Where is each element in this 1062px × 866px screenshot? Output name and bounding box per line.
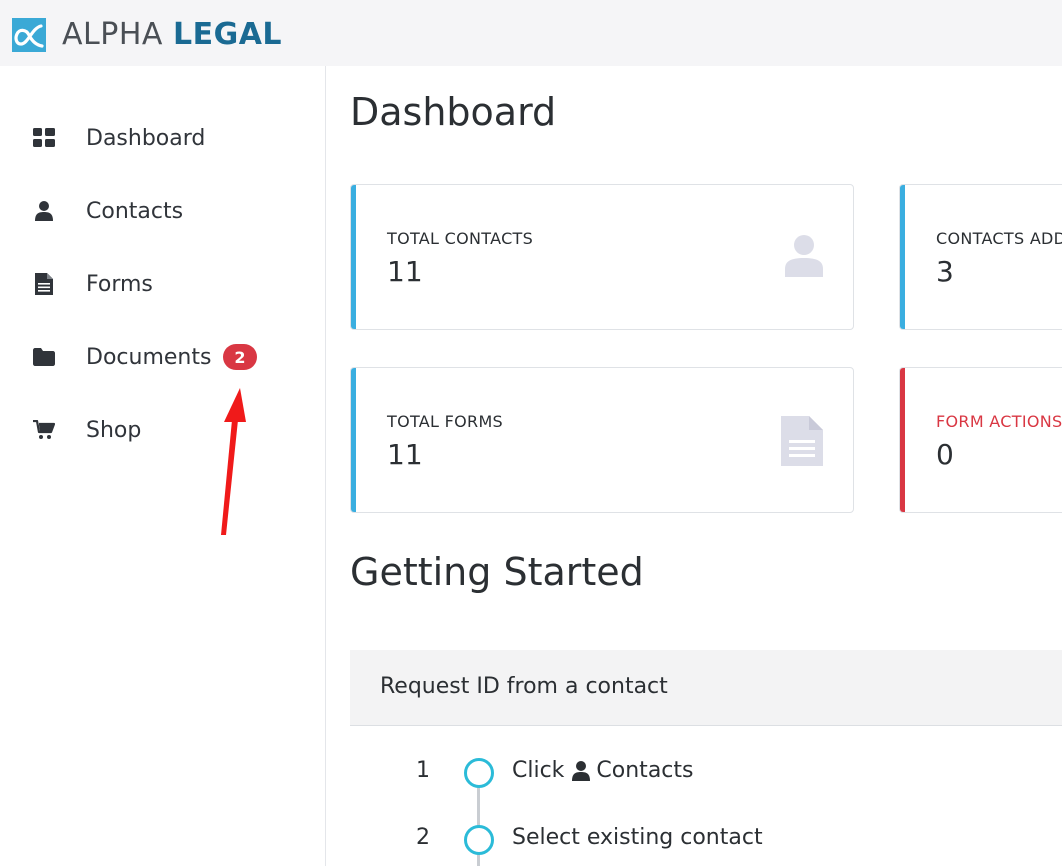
- step-number: 1: [416, 758, 430, 783]
- sidebar-item-dashboard[interactable]: Dashboard: [0, 118, 325, 158]
- sidebar-item-label: Dashboard: [86, 125, 206, 151]
- step-number: 2: [416, 825, 430, 850]
- step-circle-icon: [464, 825, 494, 855]
- step-prefix: Click: [512, 758, 565, 783]
- stat-card-form-actions[interactable]: FORM ACTIONS 0: [899, 367, 1062, 513]
- document-icon: [781, 416, 823, 466]
- documents-badge: 2: [223, 344, 257, 370]
- step-text: Select existing contact: [512, 825, 763, 850]
- sidebar-item-contacts[interactable]: Contacts: [0, 191, 325, 231]
- annotation-arrow-icon: [221, 388, 246, 535]
- card-value: 11: [387, 438, 423, 471]
- logo[interactable]: ALPHA LEGAL: [12, 18, 282, 52]
- card-label: TOTAL FORMS: [387, 412, 504, 431]
- card-label: FORM ACTIONS: [936, 412, 1062, 431]
- getting-started-panel: Request ID from a contact 1 Click Contac…: [350, 650, 1062, 866]
- brand-name-bold: LEGAL: [172, 17, 283, 52]
- panel-title: Request ID from a contact: [380, 674, 668, 699]
- sidebar: Dashboard Contacts Forms Documents 2 Sho…: [0, 66, 326, 866]
- stat-card-total-contacts[interactable]: TOTAL CONTACTS 11: [350, 184, 854, 330]
- sidebar-item-shop[interactable]: Shop: [0, 410, 325, 450]
- stat-card-contacts-added[interactable]: CONTACTS ADD 3: [899, 184, 1062, 330]
- user-icon: [572, 760, 591, 781]
- top-bar: ALPHA LEGAL: [0, 0, 1062, 66]
- alpha-logo-icon: [12, 18, 46, 52]
- card-label: TOTAL CONTACTS: [387, 229, 534, 248]
- panel-header[interactable]: Request ID from a contact: [350, 650, 1062, 726]
- sidebar-item-label: Forms: [86, 271, 153, 297]
- sidebar-item-documents[interactable]: Documents 2: [0, 337, 325, 377]
- sidebar-item-forms[interactable]: Forms: [0, 264, 325, 304]
- card-accent-bar: [351, 185, 356, 329]
- page-title: Dashboard: [350, 90, 557, 134]
- stat-card-total-forms[interactable]: TOTAL FORMS 11: [350, 367, 854, 513]
- step-circle-icon: [464, 758, 494, 788]
- brand-name-light: ALPHA: [62, 17, 163, 52]
- card-accent-bar: [900, 185, 905, 329]
- card-accent-bar: [351, 368, 356, 512]
- card-value: 11: [387, 255, 423, 288]
- user-icon: [785, 235, 823, 277]
- main-content: Dashboard TOTAL CONTACTS 11 CONTACTS ADD…: [326, 66, 1062, 866]
- sidebar-item-label: Shop: [86, 417, 142, 443]
- step-2: 2 Select existing contact: [350, 819, 1062, 859]
- card-accent-bar: [900, 368, 905, 512]
- brand-name: ALPHA LEGAL: [62, 18, 282, 52]
- card-value: 0: [936, 438, 954, 471]
- grid-icon: [33, 127, 55, 149]
- card-label: CONTACTS ADD: [936, 229, 1062, 248]
- section-title-getting-started: Getting Started: [350, 550, 644, 594]
- sidebar-item-label: Documents: [86, 344, 212, 370]
- cart-icon: [33, 419, 55, 441]
- folder-icon: [33, 346, 55, 368]
- sidebar-item-label: Contacts: [86, 198, 184, 224]
- document-icon: [33, 273, 55, 295]
- card-value: 3: [936, 255, 954, 288]
- step-text: Click Contacts: [512, 758, 693, 783]
- step-link-contacts[interactable]: Contacts: [596, 758, 693, 783]
- step-1: 1 Click Contacts: [350, 752, 1062, 792]
- user-icon: [33, 200, 55, 222]
